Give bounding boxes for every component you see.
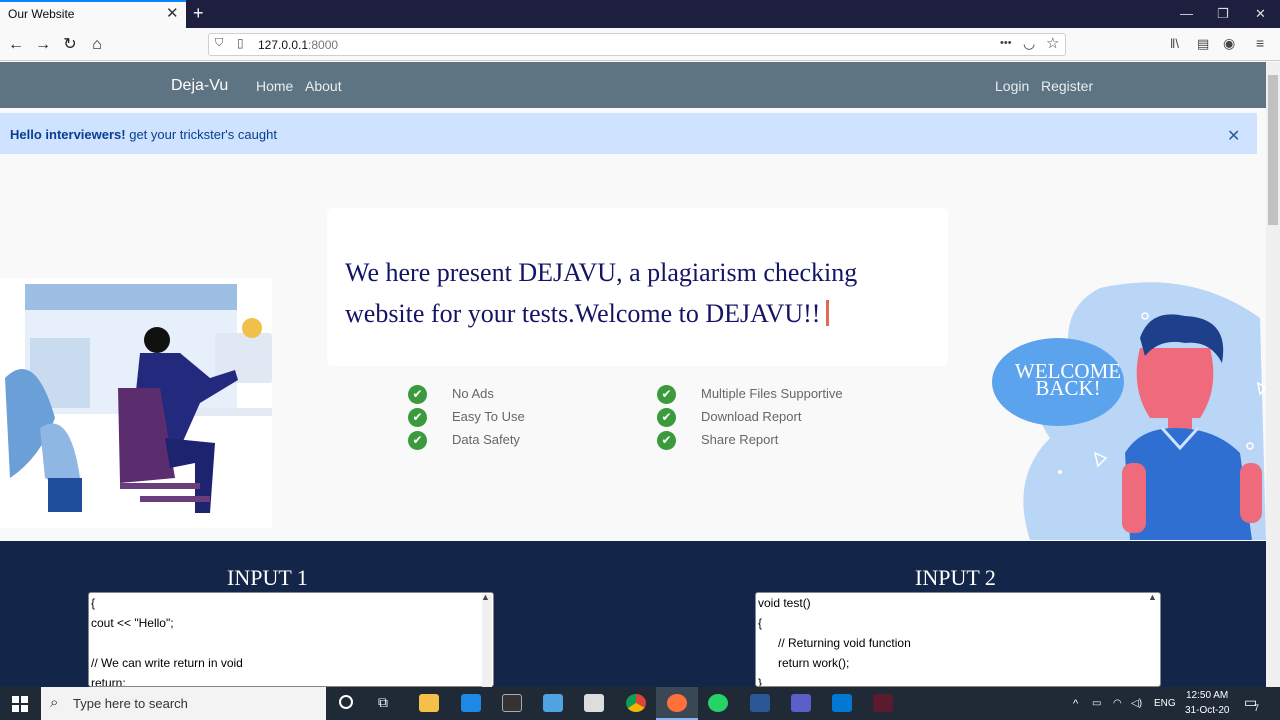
check-icon: ✔ <box>657 408 676 427</box>
photos-icon[interactable] <box>543 694 563 712</box>
cortana-icon[interactable] <box>339 695 353 709</box>
welcome-illustration <box>992 282 1266 540</box>
whatsapp-icon[interactable] <box>708 694 728 712</box>
maximize-icon[interactable]: ❐ <box>1217 6 1229 22</box>
task-view-icon[interactable]: ⧉ <box>378 694 388 711</box>
site-brand[interactable]: Deja-Vu <box>171 77 228 95</box>
register-link[interactable]: Register <box>1041 78 1093 94</box>
input1-textarea[interactable]: { cout << "Hello"; // We can write retur… <box>88 592 494 687</box>
input1-code: { cout << "Hello"; // We can write retur… <box>91 596 243 687</box>
alert-message: Hello interviewers! get your trickster's… <box>10 127 277 142</box>
tab-title: Our Website <box>8 7 75 21</box>
input1-label: INPUT 1 <box>227 565 308 590</box>
input2-textarea[interactable]: void test() { // Returning void function… <box>755 592 1161 687</box>
page-info-icon[interactable]: ▯ <box>237 36 244 50</box>
alert-close-icon[interactable]: ✕ <box>1227 126 1240 146</box>
check-icon: ✔ <box>408 408 427 427</box>
clock-time[interactable]: 12:50 AM <box>1186 690 1228 701</box>
nav-home-link[interactable]: Home <box>256 78 293 94</box>
input2-label: INPUT 2 <box>915 565 996 590</box>
close-window-icon[interactable]: ✕ <box>1255 6 1266 22</box>
tray-chevron-icon[interactable]: ^ <box>1073 698 1078 710</box>
word-icon[interactable] <box>750 694 770 712</box>
firefox-icon[interactable] <box>667 694 687 712</box>
app-icon[interactable] <box>873 694 893 712</box>
search-icon: ⌕ <box>50 694 59 711</box>
notification-count: 7 <box>1254 703 1260 713</box>
typing-cursor <box>826 300 830 326</box>
feature-data-safety: Data Safety <box>452 432 520 447</box>
url-text: 127.0.0.1:8000 <box>258 38 339 52</box>
taskbar-search-placeholder: Type here to search <box>73 696 188 711</box>
account-icon[interactable]: ◉ <box>1223 35 1235 52</box>
sidebar-icon[interactable]: ▤ <box>1197 36 1209 52</box>
welcome-bubble-text: WELCOME BACK! <box>1014 359 1122 400</box>
input1-scrollbar[interactable] <box>482 594 492 687</box>
home-icon[interactable]: ⌂ <box>87 35 107 55</box>
browser-tabbar <box>0 0 1280 28</box>
scrollbar-thumb[interactable] <box>1268 75 1278 225</box>
back-icon[interactable]: ← <box>6 35 26 55</box>
feature-no-ads: No Ads <box>452 386 494 401</box>
page-actions-icon[interactable]: ••• <box>1000 37 1012 49</box>
feature-easy-to-use: Easy To Use <box>452 409 525 424</box>
check-icon: ✔ <box>657 431 676 450</box>
mail-icon[interactable] <box>461 694 481 712</box>
tab-close-icon[interactable]: ✕ <box>166 4 179 22</box>
scroll-up-icon[interactable]: ▲ <box>481 592 490 602</box>
language-indicator[interactable]: ENG <box>1154 698 1176 709</box>
shield-icon[interactable]: ⛉ <box>215 37 223 50</box>
bookmark-star-icon[interactable]: ☆ <box>1046 34 1059 52</box>
chrome-icon[interactable] <box>626 694 646 712</box>
pocket-icon[interactable]: ◡ <box>1023 35 1035 52</box>
start-icon[interactable] <box>12 696 28 712</box>
check-icon: ✔ <box>408 431 427 450</box>
nav-about-link[interactable]: About <box>305 78 342 94</box>
volume-icon[interactable]: ◁) <box>1131 698 1142 709</box>
menu-icon[interactable]: ≡ <box>1256 35 1264 51</box>
login-link[interactable]: Login <box>995 78 1029 94</box>
office-illustration <box>0 278 272 528</box>
new-tab-button[interactable]: + <box>193 3 204 24</box>
input2-code: void test() { // Returning void function… <box>758 596 911 687</box>
notion-icon[interactable] <box>502 694 522 712</box>
vscode-icon[interactable] <box>832 694 852 712</box>
teams-icon[interactable] <box>791 694 811 712</box>
feature-multiple-files: Multiple Files Supportive <box>701 386 843 401</box>
clock-date[interactable]: 31-Oct-20 <box>1185 705 1229 716</box>
check-icon: ✔ <box>657 385 676 404</box>
hero-headline: We here present DEJAVU, a plagiarism che… <box>345 258 858 328</box>
library-icon[interactable]: ‖\ <box>1170 36 1179 51</box>
feature-download-report: Download Report <box>701 409 802 424</box>
feature-share-report: Share Report <box>701 432 779 447</box>
reload-icon[interactable]: ↻ <box>60 35 80 55</box>
check-icon: ✔ <box>408 385 427 404</box>
store-icon[interactable] <box>584 694 604 712</box>
scroll-up-icon[interactable]: ▲ <box>1148 592 1157 602</box>
wifi-icon[interactable]: ◠ <box>1113 698 1122 709</box>
minimize-icon[interactable]: — <box>1180 6 1193 21</box>
battery-icon[interactable]: ▭ <box>1092 698 1101 709</box>
forward-icon[interactable]: → <box>33 35 53 55</box>
file-explorer-icon[interactable] <box>419 694 439 712</box>
